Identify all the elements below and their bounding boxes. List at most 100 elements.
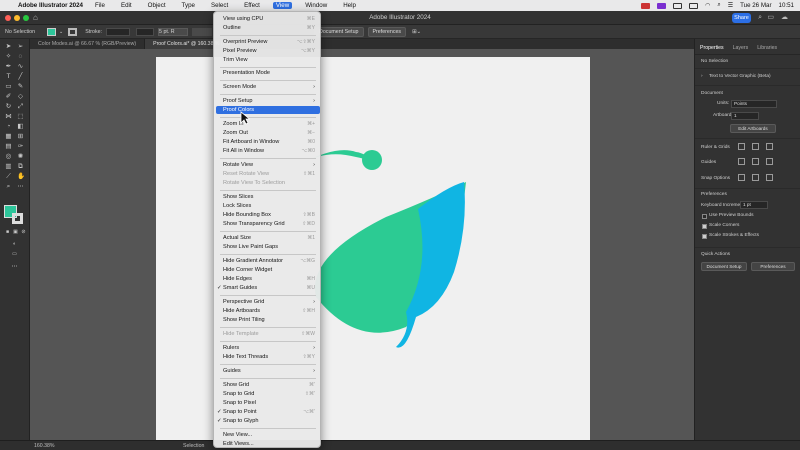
zoom-tool-icon[interactable]: ⌕ xyxy=(5,183,12,190)
rotate-tool-icon[interactable]: ↻ xyxy=(5,103,12,110)
menu-item-snap-to-point[interactable]: ✓ Snap to Point ⌥⌘' xyxy=(216,408,320,416)
menu-help[interactable]: Help xyxy=(340,2,359,9)
menu-item-actual-size[interactable]: Actual Size ⌘1 xyxy=(216,234,320,242)
menu-item-hide-text-threads[interactable]: Hide Text Threads ⇧⌘Y xyxy=(216,353,320,361)
symbol-sprayer-tool-icon[interactable]: ✺ xyxy=(17,153,24,160)
status-tool[interactable]: Selection xyxy=(183,443,204,449)
graph-tool-icon[interactable]: ▥ xyxy=(5,163,12,170)
menu-item-proof-colors[interactable]: Proof Colors xyxy=(216,106,320,114)
menu-view[interactable]: View xyxy=(272,2,293,9)
snap-to-point-icon[interactable] xyxy=(738,174,745,181)
app-menu[interactable]: Adobe Illustrator 2024 xyxy=(18,2,83,9)
eraser-tool-icon[interactable]: ◇ xyxy=(17,93,24,100)
variable-width-select[interactable] xyxy=(136,27,155,36)
tab-color-modes[interactable]: Color Modes.ai @ 66.67 % (RGB/Preview) xyxy=(30,39,146,49)
menu-item-rulers[interactable]: Rulers › xyxy=(216,344,320,352)
paintbrush-tool-icon[interactable]: ✎ xyxy=(17,83,24,90)
display-icon[interactable] xyxy=(673,2,683,9)
tab-layers[interactable]: Layers xyxy=(733,45,749,51)
menu-type[interactable]: Type xyxy=(179,2,198,9)
menu-item-trim-view[interactable]: Trim View xyxy=(216,56,320,64)
menu-item-view-using-cpu[interactable]: View using CPU ⌘E xyxy=(216,15,320,23)
menu-item-show-slices[interactable]: Show Slices xyxy=(216,193,320,201)
record-icon[interactable] xyxy=(641,2,651,9)
smart-guides-icon[interactable] xyxy=(766,158,773,165)
perspective-grid-tool-icon[interactable]: ▦ xyxy=(5,133,12,140)
menu-item-fit-artboard[interactable]: Fit Artboard in Window ⌘0 xyxy=(216,138,320,146)
preferences-button[interactable]: Preferences xyxy=(367,26,407,37)
screen-mode-icon[interactable]: ▭ xyxy=(11,251,18,258)
hand-tool-icon[interactable]: ✋ xyxy=(17,173,25,180)
artboard-tool-icon[interactable]: ⧉ xyxy=(17,163,24,170)
scale-strokes-checkbox[interactable] xyxy=(702,234,707,239)
stroke-weight-input[interactable] xyxy=(106,27,131,36)
stroke-swatch[interactable] xyxy=(68,27,78,36)
menu-item-hide-bounding-box[interactable]: Hide Bounding Box ⇧⌘B xyxy=(216,211,320,219)
shaper-tool-icon[interactable]: ✐ xyxy=(5,93,12,100)
menu-item-pixel-preview[interactable]: Pixel Preview ⌥⌘Y xyxy=(216,47,320,55)
quick-preferences-button[interactable]: Preferences xyxy=(751,262,795,271)
keyboard-increment-input[interactable]: 1 pt xyxy=(740,201,768,209)
slice-tool-icon[interactable]: ⟋ xyxy=(5,173,12,180)
menu-item-perspective-grid[interactable]: Perspective Grid › xyxy=(216,298,320,306)
wifi-icon[interactable]: ◠ xyxy=(705,2,710,9)
snap-to-grid-icon[interactable] xyxy=(752,174,759,181)
quick-document-setup-button[interactable]: Document Setup xyxy=(701,262,747,271)
eyedropper-tool-icon[interactable]: ✑ xyxy=(17,143,24,150)
lock-guides-icon[interactable] xyxy=(752,158,759,165)
menu-window[interactable]: Window xyxy=(302,2,330,9)
artwork-green-dot[interactable] xyxy=(362,150,382,170)
menu-item-hide-gradient-annotator[interactable]: Hide Gradient Annotator ⌥⌘G xyxy=(216,257,320,265)
gradient-mode-icon[interactable]: ▣ xyxy=(12,229,19,236)
direct-selection-tool-icon[interactable]: ➢ xyxy=(17,43,24,50)
curvature-tool-icon[interactable]: ∿ xyxy=(17,63,24,70)
menu-item-show-grid[interactable]: Show Grid ⌘' xyxy=(216,381,320,389)
lasso-tool-icon[interactable]: ◌ xyxy=(17,53,24,60)
edit-artboards-button[interactable]: Edit Artboards xyxy=(730,124,776,133)
pen-tool-icon[interactable]: ✒ xyxy=(5,63,12,70)
menu-item-show-live-paint-gaps[interactable]: Show Live Paint Gaps xyxy=(216,243,320,251)
menu-item-snap-to-pixel[interactable]: Snap to Pixel xyxy=(216,399,320,407)
battery-icon[interactable] xyxy=(689,2,699,9)
menu-item-lock-slices[interactable]: Lock Slices xyxy=(216,202,320,210)
snap-to-pixel-icon[interactable] xyxy=(766,174,773,181)
menu-item-outline[interactable]: Outline ⌘Y xyxy=(216,24,320,32)
menu-item-smart-guides[interactable]: ✓ Smart Guides ⌘U xyxy=(216,284,320,292)
menu-item-fit-all[interactable]: Fit All in Window ⌥⌘0 xyxy=(216,147,320,155)
use-preview-bounds-checkbox[interactable] xyxy=(702,214,707,219)
menu-item-overprint-preview[interactable]: Overprint Preview ⌥⇧⌘Y xyxy=(216,38,320,46)
menu-item-hide-artboards[interactable]: Hide Artboards ⇧⌘H xyxy=(216,307,320,315)
share-button[interactable]: Share xyxy=(732,13,751,23)
menu-item-presentation-mode[interactable]: Presentation Mode xyxy=(216,69,320,77)
menu-item-proof-setup[interactable]: Proof Setup › xyxy=(216,97,320,105)
menu-item-zoom-out[interactable]: Zoom Out ⌘− xyxy=(216,129,320,137)
search-icon[interactable]: ⌕ xyxy=(717,2,720,9)
width-tool-icon[interactable]: ⋈ xyxy=(5,113,12,120)
arrange-icon[interactable]: ⊞⌄ xyxy=(412,29,421,35)
menu-object[interactable]: Object xyxy=(145,2,169,9)
color-mode-icon[interactable]: ■ xyxy=(4,229,11,236)
menu-file[interactable]: File xyxy=(92,2,108,9)
show-guides-icon[interactable] xyxy=(738,158,745,165)
menu-item-guides[interactable]: Guides › xyxy=(216,367,320,375)
selection-tool-icon[interactable]: ➤ xyxy=(5,43,12,50)
chevron-right-icon[interactable]: › xyxy=(701,74,703,79)
artboard-select[interactable]: 1 xyxy=(731,112,759,120)
rulers-icon[interactable] xyxy=(738,143,745,150)
workspace-icon[interactable]: ▭ xyxy=(767,13,774,21)
menu-item-screen-mode[interactable]: Screen Mode › xyxy=(216,83,320,91)
grid-icon[interactable] xyxy=(752,143,759,150)
magic-wand-tool-icon[interactable]: ✧ xyxy=(5,53,12,60)
scale-corners-checkbox[interactable] xyxy=(702,224,707,229)
menubar-time[interactable]: 10:51 xyxy=(779,2,794,9)
more-tools-icon[interactable]: ⋯ xyxy=(11,263,18,270)
draw-mode-icon[interactable]: ◐ xyxy=(11,241,18,248)
menu-item-hide-edges[interactable]: Hide Edges ⌘H xyxy=(216,275,320,283)
menubar-date[interactable]: Tue 26 Mar xyxy=(740,2,771,9)
free-transform-tool-icon[interactable]: ⬚ xyxy=(17,113,24,120)
document-setup-button[interactable]: Document Setup xyxy=(314,26,364,37)
stroke-color-swatch[interactable] xyxy=(12,213,23,224)
rectangle-tool-icon[interactable]: ▭ xyxy=(5,83,12,90)
app-status-icon[interactable] xyxy=(657,2,667,9)
menu-item-zoom-in[interactable]: Zoom In ⌘+ xyxy=(216,120,320,128)
